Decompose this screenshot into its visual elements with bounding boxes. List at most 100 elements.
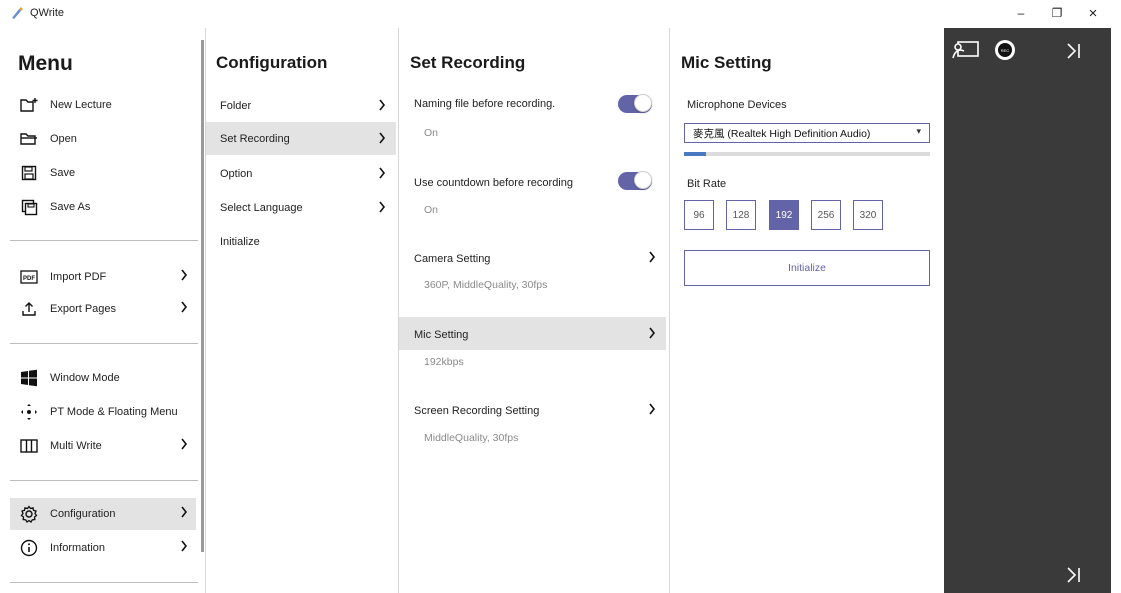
menu-heading: Menu xyxy=(18,52,73,75)
mic-setting-heading: Mic Setting xyxy=(681,53,772,72)
chevron-right-icon[interactable] xyxy=(648,403,656,415)
menu-item-configuration[interactable]: Configuration xyxy=(10,498,196,530)
app-logo-icon xyxy=(10,6,24,20)
bitrate-option-96[interactable]: 96 xyxy=(684,200,714,230)
mic-setting-label[interactable]: Mic Setting xyxy=(414,329,468,341)
initialize-button[interactable]: Initialize xyxy=(684,250,930,286)
menu-divider xyxy=(10,480,198,481)
configuration-heading: Configuration xyxy=(216,53,328,72)
chevron-right-icon xyxy=(180,506,188,518)
menu-item-save-as[interactable]: Save As xyxy=(10,191,196,223)
camera-setting-label[interactable]: Camera Setting xyxy=(414,253,490,265)
record-icon[interactable]: REC xyxy=(994,39,1016,61)
toggle-knob xyxy=(634,94,652,112)
chevron-right-icon xyxy=(180,269,188,281)
countdown-value: On xyxy=(424,204,439,216)
menu-scrollbar[interactable] xyxy=(201,40,204,552)
dropdown-arrow-icon: ▾ xyxy=(916,126,921,136)
export-icon xyxy=(18,298,40,320)
naming-file-label: Naming file before recording. xyxy=(414,98,556,110)
bitrate-option-192[interactable]: 192 xyxy=(769,200,799,230)
countdown-toggle[interactable] xyxy=(618,171,652,190)
menu-item-import-pdf[interactable]: PDF Import PDF xyxy=(10,261,196,293)
chevron-right-icon[interactable] xyxy=(648,251,656,263)
menu-item-label: Export Pages xyxy=(50,303,117,315)
svg-text:REC: REC xyxy=(1001,48,1010,53)
gear-icon xyxy=(18,503,40,525)
collapse-panel-icon[interactable] xyxy=(1066,566,1082,584)
windows-icon xyxy=(18,367,40,389)
menu-item-label: Open xyxy=(50,133,77,145)
title-bar: QWrite – ❐ × xyxy=(0,0,1121,28)
collapse-panel-icon[interactable] xyxy=(1066,42,1082,60)
restore-button[interactable]: ❐ xyxy=(1046,4,1068,22)
chevron-right-icon xyxy=(378,99,386,111)
info-icon xyxy=(18,537,40,559)
menu-item-new-lecture[interactable]: New Lecture xyxy=(10,89,196,121)
bitrate-option-128[interactable]: 128 xyxy=(726,200,756,230)
chevron-right-icon xyxy=(180,540,188,552)
menu-item-label: New Lecture xyxy=(50,99,112,111)
menu-item-window-mode[interactable]: Window Mode xyxy=(10,362,196,394)
config-item-set-recording[interactable]: Set Recording xyxy=(206,122,396,155)
menu-item-label: Configuration xyxy=(50,508,116,520)
bitrate-option-320[interactable]: 320 xyxy=(853,200,883,230)
screen-share-icon[interactable] xyxy=(952,40,980,60)
app-title: QWrite xyxy=(30,7,65,19)
config-item-label: Option xyxy=(220,167,253,180)
menu-item-label: Information xyxy=(50,542,106,554)
dark-side-panel: REC xyxy=(944,28,1111,593)
config-item-initialize[interactable]: Initialize xyxy=(206,225,396,258)
menu-divider xyxy=(10,240,198,241)
menu-item-label: Import PDF xyxy=(50,271,107,283)
screen-recording-value: MiddleQuality, 30fps xyxy=(424,432,519,444)
config-item-label: Set Recording xyxy=(220,132,290,145)
mic-level-meter xyxy=(684,152,930,156)
chevron-right-icon xyxy=(378,201,386,213)
menu-divider xyxy=(10,343,198,344)
chevron-right-icon xyxy=(378,167,386,179)
panel-divider xyxy=(398,28,399,593)
menu-item-information[interactable]: Information xyxy=(10,532,196,564)
save-icon xyxy=(18,162,40,184)
menu-item-label: Save xyxy=(50,167,76,179)
naming-file-toggle[interactable] xyxy=(618,94,652,113)
config-item-option[interactable]: Option xyxy=(206,157,396,190)
close-button[interactable]: × xyxy=(1082,4,1104,22)
menu-item-pt-mode[interactable]: PT Mode & Floating Menu xyxy=(10,396,196,428)
pdf-icon: PDF xyxy=(18,266,40,288)
multi-write-icon xyxy=(18,435,40,457)
mic-setting-value: 192kbps xyxy=(424,356,464,368)
chevron-right-icon[interactable] xyxy=(648,327,656,339)
menu-divider xyxy=(10,582,198,583)
microphone-device-select[interactable]: 麥克風 (Realtek High Definition Audio) ▾ xyxy=(684,123,930,143)
folder-open-icon xyxy=(18,128,40,150)
bit-rate-label: Bit Rate xyxy=(687,178,727,190)
save-as-icon xyxy=(18,196,40,218)
menu-item-save[interactable]: Save xyxy=(10,157,196,189)
microphone-device-value: 麥克風 (Realtek High Definition Audio) xyxy=(693,127,871,140)
menu-item-open[interactable]: Open xyxy=(10,123,196,155)
bitrate-option-256[interactable]: 256 xyxy=(811,200,841,230)
panel-divider xyxy=(669,28,670,593)
menu-item-multi-write[interactable]: Multi Write xyxy=(10,430,196,462)
toggle-knob xyxy=(634,171,652,189)
menu-item-label: PT Mode & Floating Menu xyxy=(50,406,178,418)
screen-recording-label[interactable]: Screen Recording Setting xyxy=(414,405,539,417)
chevron-right-icon xyxy=(180,301,188,313)
chevron-right-icon xyxy=(378,132,386,144)
config-item-select-language[interactable]: Select Language xyxy=(206,191,396,224)
naming-file-value: On xyxy=(424,127,439,139)
config-item-folder[interactable]: Folder xyxy=(206,89,396,122)
window-edge xyxy=(1111,28,1121,593)
config-item-label: Initialize xyxy=(220,235,260,248)
set-recording-heading: Set Recording xyxy=(410,53,526,72)
menu-item-label: Multi Write xyxy=(50,440,102,452)
mic-level-fill xyxy=(684,152,707,156)
minimize-button[interactable]: – xyxy=(1010,4,1032,22)
menu-item-label: Save As xyxy=(50,201,91,213)
menu-item-export-pages[interactable]: Export Pages xyxy=(10,293,196,325)
config-item-label: Select Language xyxy=(220,201,303,214)
new-lecture-icon xyxy=(18,94,40,116)
menu-item-label: Window Mode xyxy=(50,372,120,384)
